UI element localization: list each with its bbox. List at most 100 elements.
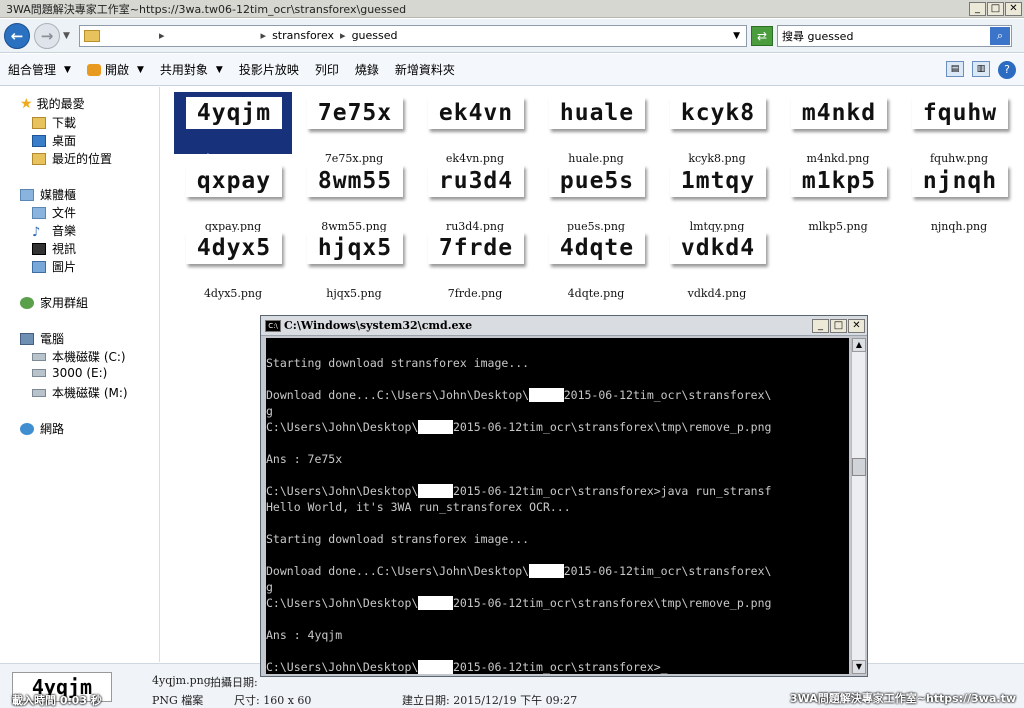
slideshow-button[interactable]: 投影片放映 — [231, 61, 307, 78]
file-thumbnail[interactable]: m1kp5 mlkp5.png — [779, 160, 897, 233]
open-menu[interactable]: 開啟 ▼ — [79, 61, 152, 78]
nav-music[interactable]: ♪ 音樂 — [32, 222, 76, 240]
window-titlebar[interactable]: 3WA問題解決專家工作室~https://3wa.tw06-12tim_ocr\… — [0, 0, 1024, 18]
nav-drive-m[interactable]: 本機磁碟 (M:) — [32, 384, 128, 401]
file-name: 4dqte.png — [567, 286, 625, 300]
redacted-text — [418, 596, 453, 610]
file-name: mlkp5.png — [808, 219, 868, 233]
file-thumbnail[interactable]: m4nkd m4nkd.png — [779, 92, 897, 165]
pictures-icon — [32, 260, 46, 273]
scroll-up-icon[interactable]: ▲ — [852, 338, 866, 352]
redacted-text — [418, 484, 453, 498]
captcha-image: ek4vn — [428, 97, 524, 129]
computer-icon — [20, 332, 34, 345]
console-line: Ans : 4yqjm — [266, 628, 342, 642]
file-thumbnail[interactable]: 8wm55 8wm55.png — [295, 160, 413, 233]
console-line: C:\Users\John\Desktop\ 2015-06-12tim_ocr… — [266, 660, 668, 674]
cmd-maximize-button[interactable]: □ — [830, 318, 847, 333]
file-thumbnail[interactable]: pue5s pue5s.png — [537, 160, 655, 233]
details-shot-label: 拍攝日期: — [210, 676, 258, 689]
network-icon — [20, 422, 34, 435]
nav-videos[interactable]: 視訊 — [32, 240, 76, 257]
details-created: 建立日期: 2015/12/19 下午 09:27 — [402, 694, 578, 707]
nav-downloads[interactable]: 下載 — [32, 114, 76, 131]
cmd-icon: C:\ — [265, 319, 281, 332]
file-thumbnail[interactable]: ek4vn ek4vn.png — [416, 92, 534, 165]
cmd-titlebar[interactable]: C:\ C:\Windows\system32\cmd.exe _ □ ✕ — [261, 316, 867, 336]
file-thumbnail[interactable]: huale huale.png — [537, 92, 655, 165]
file-thumbnail[interactable]: kcyk8 kcyk8.png — [658, 92, 776, 165]
console-text: C:\Users\John\Desktop\ — [266, 660, 419, 674]
folder-icon — [84, 29, 100, 42]
file-thumbnail[interactable]: hjqx5 hjqx5.png — [295, 227, 413, 300]
nav-libraries[interactable]: 媒體櫃 — [20, 186, 76, 203]
file-thumbnail[interactable]: 4dyx5 4dyx5.png — [174, 227, 292, 300]
console-text: Ans : 4yqjm — [266, 628, 343, 642]
file-thumbnail[interactable]: vdkd4 vdkd4.png — [658, 227, 776, 300]
chevron-down-icon: ▼ — [215, 64, 223, 75]
nav-drive-e[interactable]: 3000 (E:) — [32, 366, 107, 380]
new-folder-button[interactable]: 新增資料夾 — [387, 61, 463, 78]
file-thumbnail[interactable]: ru3d4 ru3d4.png — [416, 160, 534, 233]
cmd-close-button[interactable]: ✕ — [848, 318, 865, 333]
nav-documents[interactable]: 文件 — [32, 204, 76, 221]
cmd-window[interactable]: C:\ C:\Windows\system32\cmd.exe _ □ ✕ St… — [260, 315, 868, 677]
print-button[interactable]: 列印 — [307, 61, 347, 78]
nav-desktop[interactable]: 桌面 — [32, 132, 76, 149]
nav-drive-c[interactable]: 本機磁碟 (C:) — [32, 348, 126, 365]
console-text: Download done...C:\Users\John\Desktop\ — [266, 388, 530, 402]
file-thumbnail[interactable]: fquhw fquhw.png — [900, 92, 1018, 165]
preview-pane-icon[interactable]: ▥ — [972, 60, 990, 77]
view-options-icon[interactable]: ▤ — [946, 60, 964, 77]
search-input[interactable]: 搜尋 guessed ⌕ — [777, 24, 1012, 47]
close-button[interactable]: ✕ — [1005, 1, 1022, 16]
nav-network[interactable]: 網路 — [20, 420, 64, 437]
star-icon: ★ — [20, 95, 33, 112]
file-thumbnail[interactable]: qxpay qxpay.png — [174, 160, 292, 233]
cmd-scrollbar[interactable]: ▲ ▼ — [851, 338, 866, 674]
load-time: 載入時間 0.03 秒 — [12, 694, 102, 707]
nav-favorites[interactable]: ★ 我的最愛 — [20, 95, 85, 112]
file-thumbnail[interactable]: 4yqjm 4yqjm.png — [174, 92, 292, 165]
console-text: Starting download stransforex image... — [266, 356, 530, 370]
maximize-button[interactable]: □ — [987, 1, 1004, 16]
cmd-minimize-button[interactable]: _ — [812, 318, 829, 333]
back-button[interactable]: ← — [4, 22, 30, 49]
nav-computer[interactable]: 電腦 — [20, 330, 64, 347]
breadcrumb-guessed[interactable]: guessed — [352, 29, 398, 42]
breadcrumb-stransforex[interactable]: stransforex — [272, 29, 334, 42]
address-bar[interactable]: ▸ ▸ stransforex ▸ guessed ▼ — [79, 24, 747, 47]
file-thumbnail[interactable]: 4dqte 4dqte.png — [537, 227, 655, 300]
help-icon[interactable]: ? — [998, 60, 1016, 79]
forward-button[interactable]: → — [34, 22, 60, 49]
console-line: C:\Users\John\Desktop\ 2015-06-12tim_ocr… — [266, 596, 771, 610]
address-dropdown-icon[interactable]: ▼ — [733, 31, 740, 41]
nav-homegroup[interactable]: 家用群組 — [20, 294, 88, 311]
details-type: PNG 檔案 — [152, 694, 204, 707]
console-text: 2015-06-12tim_ocr\stransforex\tmp\remove… — [452, 596, 772, 610]
captcha-image: 7e75x — [307, 97, 403, 129]
chevron-down-icon: ▼ — [64, 64, 71, 75]
redacted-path — [106, 29, 156, 42]
console-line: Hello World, it's 3WA run_stransforex OC… — [266, 500, 571, 514]
scroll-down-icon[interactable]: ▼ — [852, 660, 866, 674]
file-thumbnail[interactable]: 1mtqy lmtqy.png — [658, 160, 776, 233]
file-thumbnail[interactable]: njnqh njnqh.png — [900, 160, 1018, 233]
share-menu[interactable]: 共用對象 ▼ — [152, 61, 231, 78]
navigation-pane: ★ 我的最愛 下載 桌面 最近的位置 媒體櫃 文件 ♪ 音樂 視訊 圖片 家用群組 … — [0, 87, 160, 662]
file-thumbnail[interactable]: 7frde 7frde.png — [416, 227, 534, 300]
organize-menu[interactable]: 組合管理 ▼ — [0, 61, 79, 78]
burn-button[interactable]: 燒錄 — [347, 61, 387, 78]
scroll-thumb[interactable] — [852, 458, 866, 476]
console-text: 2015-06-12tim_ocr\stransforex\ — [563, 564, 772, 578]
cmd-console[interactable]: Starting download stransforex image... Do… — [266, 338, 849, 674]
captcha-image: ru3d4 — [428, 165, 524, 197]
search-icon[interactable]: ⌕ — [990, 26, 1010, 45]
command-bar: 組合管理 ▼ 開啟 ▼ 共用對象 ▼ 投影片放映 列印 燒錄 新增資料夾 ▤ ▥ ? — [0, 54, 1024, 86]
file-thumbnail[interactable]: 7e75x 7e75x.png — [295, 92, 413, 165]
nav-recent[interactable]: 最近的位置 — [32, 150, 112, 167]
history-dropdown-icon[interactable]: ▼ — [63, 31, 73, 41]
minimize-button[interactable]: _ — [969, 1, 986, 16]
nav-pictures[interactable]: 圖片 — [32, 258, 76, 275]
refresh-button[interactable]: ⇄ — [751, 25, 773, 46]
